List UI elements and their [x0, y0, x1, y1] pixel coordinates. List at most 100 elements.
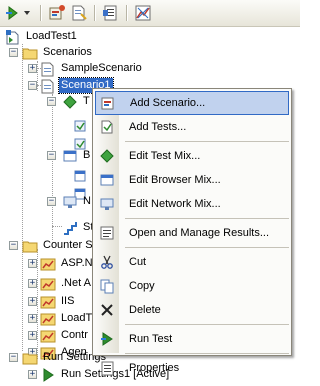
step-load-icon: [62, 220, 78, 236]
counter-set-icon: [40, 311, 56, 327]
menu-label: Edit Network Mix...: [129, 198, 221, 210]
expand-toggle[interactable]: +: [28, 314, 37, 323]
tree-node-browser-item[interactable]: [72, 167, 91, 184]
tree-node-counter-set[interactable]: Contr: [40, 327, 90, 344]
tree-line: [52, 226, 62, 227]
tree-node-root[interactable]: LoadTest1: [5, 28, 79, 45]
tree-label-root: LoadTest1: [26, 30, 77, 42]
tree-label-counter: .Net A: [61, 277, 91, 289]
counter-set-icon: [40, 256, 56, 272]
tree-line: [52, 94, 53, 240]
add-scenario-icon: [96, 91, 120, 115]
tree-node-browser-mix[interactable]: B: [62, 147, 92, 164]
menu-label: Properties: [129, 362, 180, 374]
load-test-icon: [5, 29, 21, 45]
tree-label-counter: Contr: [61, 329, 88, 341]
browser-mix-icon: [95, 168, 119, 192]
expand-toggle[interactable]: +: [28, 331, 37, 340]
toolbar-separator: [126, 5, 127, 21]
toolbar-separator: [94, 5, 95, 21]
tree-node-step-load[interactable]: St: [62, 219, 95, 236]
tree-node-counter-set[interactable]: .Net A: [40, 275, 93, 292]
expand-toggle[interactable]: +: [28, 279, 37, 288]
counter-set-icon: [40, 276, 56, 292]
cut-icon: [95, 250, 119, 274]
menu-label: Cut: [129, 256, 147, 268]
folder-icon: [22, 350, 38, 366]
expand-toggle[interactable]: +: [28, 64, 37, 73]
menu-label: Add Tests...: [129, 121, 187, 133]
folder-icon: [22, 45, 38, 61]
menu-label: Edit Browser Mix...: [129, 174, 221, 186]
menu-label: Edit Test Mix...: [129, 150, 201, 162]
tree-label-scenarios: Scenarios: [43, 46, 92, 58]
tree-node-counter-set[interactable]: LoadT: [40, 310, 94, 327]
tree-node-test-item[interactable]: [72, 117, 91, 134]
counter-icon[interactable]: [134, 4, 152, 22]
menu-item-properties[interactable]: Properties: [95, 356, 289, 380]
menu-label: Delete: [129, 304, 161, 316]
collapse-toggle[interactable]: −: [47, 97, 56, 106]
expand-toggle[interactable]: +: [28, 370, 37, 379]
add-dropdown-icon[interactable]: [4, 4, 34, 22]
delete-icon: [95, 298, 119, 322]
tree-node-counter-set[interactable]: ASP.N: [40, 255, 95, 272]
tree-line: [22, 44, 23, 351]
collapse-toggle[interactable]: −: [9, 48, 18, 57]
scenario-icon[interactable]: [48, 4, 66, 22]
collapse-toggle[interactable]: −: [47, 151, 56, 160]
tree-label-counter-sets: Counter S: [43, 239, 93, 251]
tree-label-sample-scenario: SampleScenario: [61, 62, 142, 74]
scenario-icon: [40, 78, 56, 94]
menu-item-run-test[interactable]: Run Test: [95, 327, 289, 351]
menu-item-copy[interactable]: Copy: [95, 274, 289, 298]
expand-toggle[interactable]: +: [28, 259, 37, 268]
toolbar-separator: [40, 5, 41, 21]
menu-label: Copy: [129, 280, 155, 292]
menu-item-open-manage-results[interactable]: Open and Manage Results...: [95, 221, 289, 245]
tree-label-counter: IIS: [61, 295, 75, 307]
tree-label-partial: B: [83, 149, 91, 161]
collapse-toggle[interactable]: −: [28, 81, 37, 90]
test-mix-icon: [95, 144, 119, 168]
tree-node-counter-set[interactable]: IIS: [40, 293, 76, 310]
tree-node-scenarios[interactable]: Scenarios: [22, 44, 94, 61]
collapse-toggle[interactable]: −: [9, 241, 18, 250]
menu-label: Run Test: [129, 333, 173, 345]
counter-set-icon: [40, 294, 56, 310]
menu-item-delete[interactable]: Delete: [95, 298, 289, 322]
new-test-icon[interactable]: [70, 4, 88, 22]
browser-mix-icon: [62, 148, 78, 164]
menu-label: Add Scenario...: [130, 97, 206, 109]
collapse-toggle[interactable]: −: [47, 197, 56, 206]
menu-item-edit-test-mix[interactable]: Edit Test Mix...: [95, 144, 289, 168]
counter-set-icon: [40, 328, 56, 344]
menu-item-add-tests[interactable]: Add Tests...: [95, 115, 289, 139]
tree-node-sample-scenario[interactable]: SampleScenario: [40, 60, 144, 77]
results-icon: [95, 221, 119, 245]
copy-icon: [95, 274, 119, 298]
tree-node-counter-sets[interactable]: Counter S: [22, 237, 95, 254]
menu-label: Open and Manage Results...: [129, 227, 270, 239]
folder-icon: [22, 238, 38, 254]
browser-item-icon: [72, 168, 88, 184]
tree-label-partial: T: [83, 95, 90, 107]
network-mix-icon: [62, 194, 78, 210]
tree-node-network-mix[interactable]: N: [62, 193, 93, 210]
context-menu: Add Scenario... Add Tests... Edit Test M…: [92, 88, 292, 376]
test-mix-icon: [62, 94, 78, 110]
tree-line: [37, 249, 38, 359]
menu-item-edit-network-mix[interactable]: Edit Network Mix...: [95, 192, 289, 216]
menu-item-add-scenario[interactable]: Add Scenario...: [95, 91, 289, 115]
collapse-toggle[interactable]: −: [9, 353, 18, 362]
tree-label-counter: LoadT: [61, 312, 93, 324]
tree-line: [37, 61, 38, 91]
menu-item-edit-browser-mix[interactable]: Edit Browser Mix...: [95, 168, 289, 192]
run-settings-icon: [40, 367, 56, 383]
tree-node-test-mix[interactable]: T: [62, 93, 92, 110]
properties-icon[interactable]: [102, 4, 120, 22]
scenario-icon: [40, 61, 56, 77]
expand-toggle[interactable]: +: [28, 297, 37, 306]
menu-item-cut[interactable]: Cut: [95, 250, 289, 274]
tree-label-counter: ASP.N: [61, 257, 93, 269]
